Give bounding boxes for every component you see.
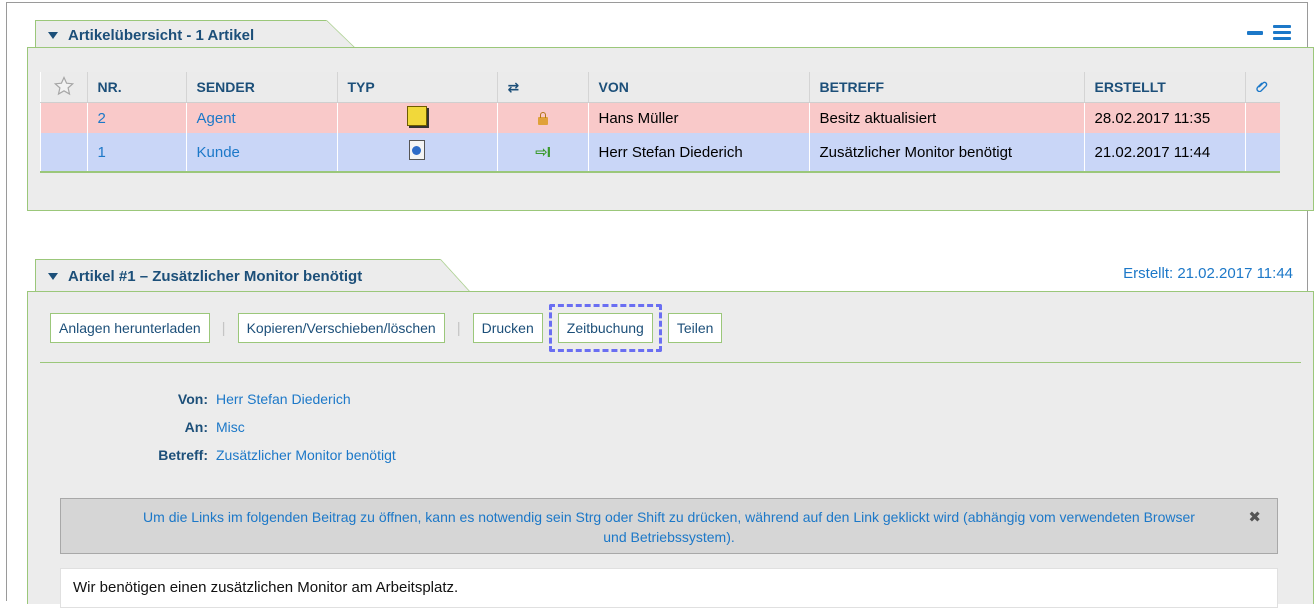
download-attachments-button[interactable]: Anlagen herunterladen [50, 313, 210, 343]
row-sender[interactable]: Agent [185, 102, 337, 133]
column-header-from[interactable]: VON [587, 72, 809, 103]
widget-controls [1247, 25, 1291, 40]
row-nr[interactable]: 1 [86, 133, 186, 173]
column-header-subject[interactable]: BETREFF [808, 72, 1084, 103]
from-label: Von: [177, 391, 208, 407]
row-from[interactable]: Herr Stefan Diederich [587, 133, 809, 173]
row-created[interactable]: 28.02.2017 11:35 [1083, 102, 1245, 133]
star-icon[interactable] [53, 75, 74, 96]
table-row[interactable]: 1 Kunde ⇨I Herr Stefan Diederich Zusätzl… [40, 133, 1280, 173]
separator: | [456, 319, 461, 337]
from-value[interactable]: Herr Stefan Diederich [216, 391, 351, 407]
paperclip-icon [1255, 81, 1267, 93]
highlight-box: Zeitbuchung [548, 304, 662, 352]
row-from[interactable]: Hans Müller [587, 102, 809, 133]
article-created: Erstellt: 21.02.2017 11:44 [1123, 265, 1293, 282]
copy-move-delete-button[interactable]: Kopieren/Verschieben/löschen [237, 313, 445, 343]
article-body: Wir benötigen einen zusätzlichen Monitor… [60, 568, 1278, 608]
link-notice: Um die Links im folgenden Beitrag zu öff… [60, 498, 1278, 554]
article-meta: Von: Herr Stefan Diederich An: Misc Betr… [58, 385, 396, 469]
attachment-column-header[interactable] [1244, 72, 1280, 103]
column-header-sender[interactable]: SENDER [185, 72, 337, 103]
row-subject[interactable]: Zusätzlicher Monitor benötigt [808, 133, 1084, 173]
article-table: NR. SENDER TYP ⇄ VON BETREFF ERSTELLT 2 … [40, 72, 1280, 173]
separator: | [221, 319, 226, 337]
incoming-arrow-icon: ⇨I [535, 144, 551, 161]
row-created[interactable]: 21.02.2017 11:44 [1083, 133, 1245, 173]
star-column-header[interactable] [40, 72, 87, 103]
to-label: An: [184, 419, 208, 435]
notice-text: Um die Links im folgenden Beitrag zu öff… [143, 509, 1195, 545]
row-sender[interactable]: Kunde [185, 133, 337, 173]
article-actions: Anlagen herunterladen | Kopieren/Verschi… [50, 304, 723, 352]
print-button[interactable]: Drucken [472, 313, 543, 343]
minus-icon[interactable] [1247, 30, 1263, 35]
article-title: Artikel #1 – Zusätzlicher Monitor benöti… [68, 268, 363, 285]
column-header-direction[interactable]: ⇄ [496, 72, 588, 103]
collapse-triangle-icon[interactable] [48, 31, 58, 39]
article-detail-widget: Anlagen herunterladen | Kopieren/Verschi… [27, 291, 1314, 608]
row-subject[interactable]: Besitz aktualisiert [808, 102, 1084, 133]
subject-label: Betreff: [158, 447, 208, 463]
divider [40, 362, 1301, 363]
row-nr[interactable]: 2 [86, 102, 186, 133]
column-header-type[interactable]: TYP [336, 72, 497, 103]
email-icon [409, 140, 425, 160]
menu-icon[interactable] [1273, 25, 1291, 40]
subject-value: Zusätzlicher Monitor benötigt [216, 447, 396, 463]
collapse-triangle-icon[interactable] [48, 273, 58, 280]
overview-title: Artikelübersicht - 1 Artikel [68, 26, 255, 44]
article-overview-widget: NR. SENDER TYP ⇄ VON BETREFF ERSTELLT 2 … [27, 47, 1314, 211]
to-value[interactable]: Misc [216, 419, 245, 435]
time-accounting-button[interactable]: Zeitbuchung [557, 313, 653, 343]
column-header-nr[interactable]: NR. [86, 72, 186, 103]
note-icon [407, 106, 427, 126]
lock-icon [537, 111, 548, 125]
column-header-created[interactable]: ERSTELLT [1083, 72, 1245, 103]
close-icon[interactable]: ✖ [1248, 508, 1261, 528]
app-frame: Artikelübersicht - 1 Artikel NR. SENDER … [6, 2, 1314, 608]
share-button[interactable]: Teilen [667, 313, 723, 343]
table-row[interactable]: 2 Agent Hans Müller Besitz aktualisiert … [40, 102, 1280, 133]
article-widget-tab[interactable]: Artikel #1 – Zusätzlicher Monitor benöti… [35, 259, 470, 293]
overview-widget-tab[interactable]: Artikelübersicht - 1 Artikel [35, 20, 356, 49]
